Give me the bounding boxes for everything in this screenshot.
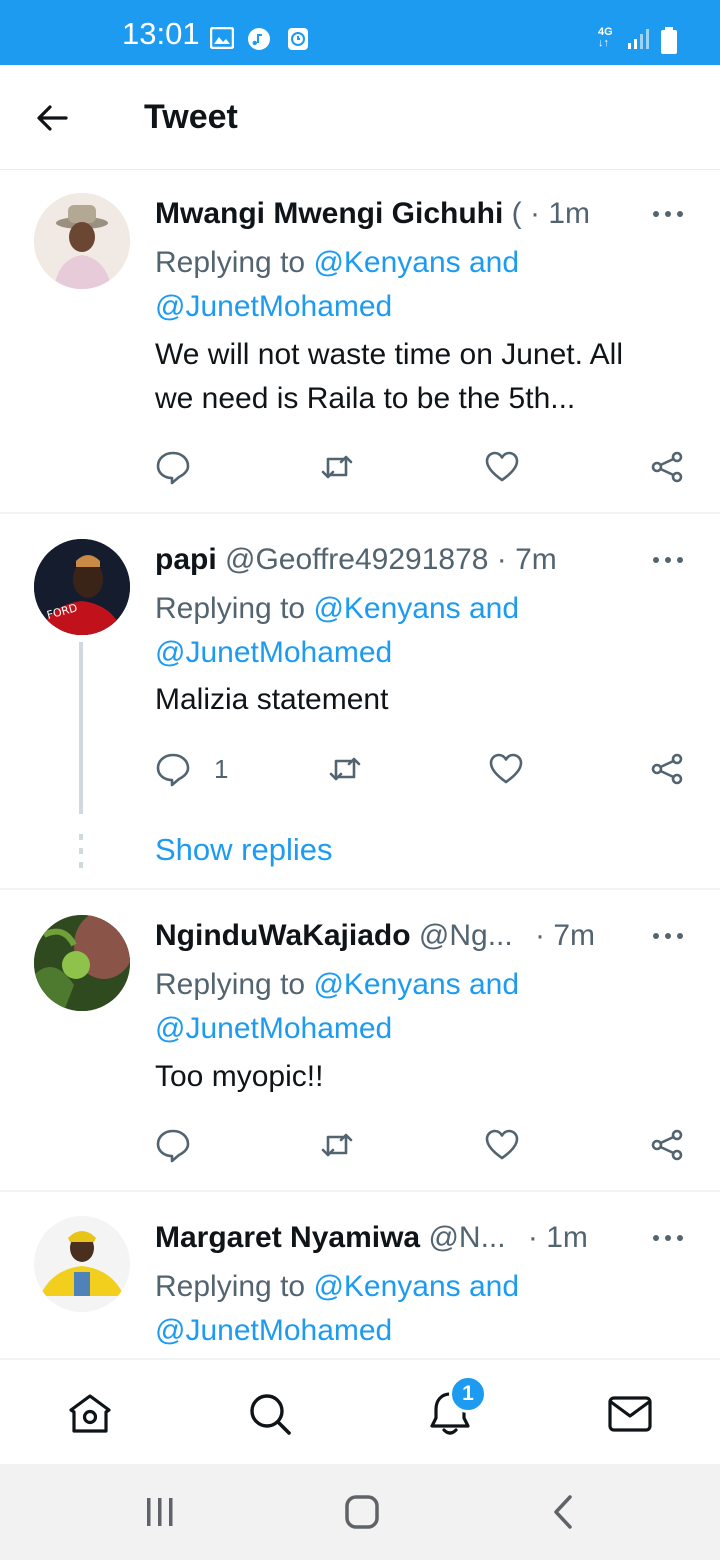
notification-badge: 1 — [449, 1375, 487, 1413]
reply-icon[interactable] — [155, 751, 191, 787]
tweet-time: · 7m — [496, 543, 557, 576]
app-header: Tweet — [0, 65, 720, 170]
author-handle[interactable]: @Ng... — [419, 919, 513, 952]
retweet-icon[interactable] — [319, 1127, 355, 1163]
author-name[interactable]: Mwangi Mwengi Gichuhi — [155, 197, 503, 230]
avatar[interactable] — [34, 193, 130, 289]
more-options-icon[interactable] — [650, 208, 686, 220]
thread-dot — [79, 848, 83, 854]
like-icon[interactable] — [484, 1127, 520, 1163]
arrow-left-icon[interactable] — [32, 98, 72, 138]
tweet-text: we need is Raila to be the 5th... — [155, 382, 576, 415]
retweet-icon[interactable] — [319, 449, 355, 485]
avatar[interactable] — [34, 1216, 130, 1312]
more-options-icon[interactable] — [650, 930, 686, 942]
replying-to: Replying to @Kenyans and — [155, 968, 520, 1001]
share-icon[interactable] — [649, 449, 685, 485]
avatar-image — [34, 193, 130, 289]
mention-link[interactable]: @JunetMohamed — [155, 285, 392, 329]
tweet-meta: Mwangi Mwengi Gichuhi ( · 1m — [155, 192, 590, 236]
messages-icon[interactable] — [606, 1390, 654, 1438]
share-icon[interactable] — [649, 751, 685, 787]
tweet-meta: Margaret Nyamiwa @N... · 1m — [155, 1216, 588, 1260]
clock-icon — [288, 28, 308, 50]
retweet-icon[interactable] — [327, 751, 363, 787]
replying-to: Replying to @Kenyans and — [155, 246, 520, 279]
tweet[interactable]: NginduWaKajiado @Ng... · 7m Replying to … — [0, 890, 720, 1190]
replying-to: Replying to @Kenyans and — [155, 1270, 520, 1303]
show-replies-link[interactable]: Show replies — [155, 830, 332, 870]
signal-icon — [628, 29, 649, 49]
author-name[interactable]: papi — [155, 543, 217, 576]
avatar[interactable]: FORD — [34, 539, 130, 635]
thread-dot — [79, 834, 83, 840]
share-icon[interactable] — [649, 1127, 685, 1163]
mention-link[interactable]: @Kenyans and — [313, 592, 519, 625]
network-type: 4G ↓↑ — [598, 26, 613, 49]
more-options-icon[interactable] — [650, 1232, 686, 1244]
gallery-icon — [210, 27, 234, 49]
tweet[interactable]: FORD papi @Geoffre49291878 · 7m Replying… — [0, 514, 720, 888]
mention-link[interactable]: @JunetMohamed — [155, 1007, 392, 1051]
tweet-meta: NginduWaKajiado @Ng... · 7m — [155, 914, 595, 958]
battery-icon — [661, 27, 677, 54]
author-name[interactable]: Margaret Nyamiwa — [155, 1221, 420, 1254]
author-handle[interactable]: @Geoffre49291878 — [225, 543, 488, 576]
tweet-time: · 1m — [530, 197, 591, 230]
bottom-tab-bar: 1 — [0, 1358, 720, 1466]
reply-count: 1 — [214, 754, 229, 784]
search-icon[interactable] — [246, 1390, 294, 1438]
mention-link[interactable]: @Kenyans and — [313, 246, 519, 279]
author-name[interactable]: NginduWaKajiado — [155, 919, 411, 952]
more-options-icon[interactable] — [650, 554, 686, 566]
mention-link[interactable]: @Kenyans and — [313, 968, 519, 1001]
tweet-meta: papi @Geoffre49291878 · 7m — [155, 538, 557, 582]
network-arrows-icon: ↓↑ — [598, 37, 609, 49]
system-navigation-bar — [0, 1464, 720, 1560]
replying-to: Replying to @Kenyans and — [155, 592, 520, 625]
author-handle[interactable]: ( — [512, 197, 522, 230]
tweet[interactable]: Margaret Nyamiwa @N... · 1m Replying to … — [0, 1192, 720, 1358]
system-back-icon[interactable] — [544, 1492, 584, 1532]
reply-icon[interactable] — [155, 449, 191, 485]
system-home-icon[interactable] — [342, 1492, 382, 1532]
tweet-time: · 1m — [527, 1221, 588, 1254]
like-icon[interactable] — [488, 751, 524, 787]
music-icon — [248, 28, 270, 50]
tweet-time: · 7m — [535, 919, 596, 952]
thread-dot — [79, 862, 83, 868]
tweet-text: Malizia statement — [155, 683, 389, 716]
author-handle[interactable]: @N... — [428, 1221, 505, 1254]
tweet-text: We will not waste time on Junet. All — [155, 338, 623, 371]
status-time: 13:01 — [122, 16, 200, 51]
avatar[interactable] — [34, 915, 130, 1011]
mention-link[interactable]: @Kenyans and — [313, 1270, 519, 1303]
avatar-image: FORD — [34, 539, 130, 635]
home-icon[interactable] — [66, 1390, 114, 1438]
avatar-image — [34, 915, 130, 1011]
mention-link[interactable]: @JunetMohamed — [155, 1309, 392, 1353]
thread-line — [79, 642, 83, 814]
mention-link[interactable]: @JunetMohamed — [155, 631, 392, 675]
status-bar: 13:01 4G ↓↑ — [0, 0, 720, 65]
page-title: Tweet — [144, 98, 238, 136]
tweet-text: Too myopic!! — [155, 1060, 324, 1093]
tweet[interactable]: Mwangi Mwengi Gichuhi ( · 1m Replying to… — [0, 170, 720, 512]
like-icon[interactable] — [484, 449, 520, 485]
recents-icon[interactable] — [140, 1492, 180, 1532]
reply-icon[interactable] — [155, 1127, 191, 1163]
avatar-image — [34, 1216, 130, 1312]
